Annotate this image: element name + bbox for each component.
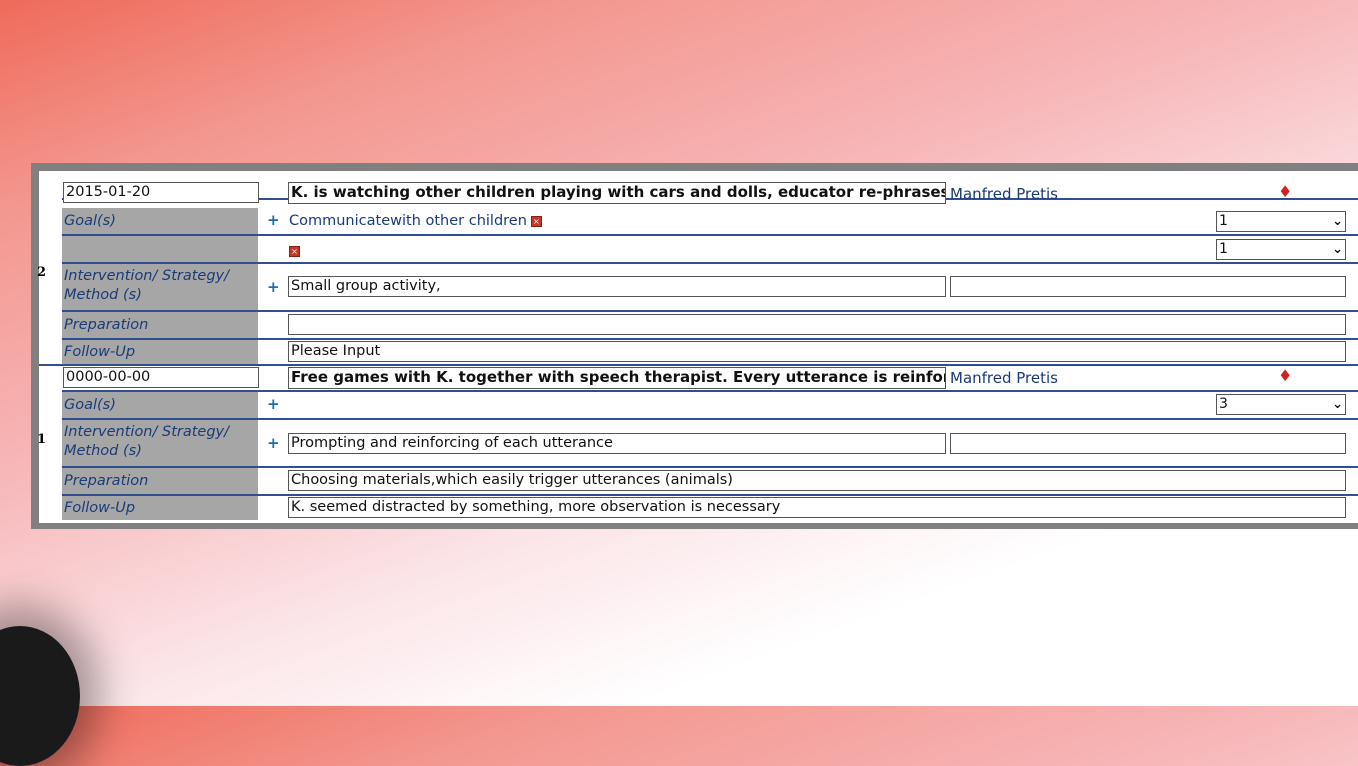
followup-row: Follow-Up K. seemed distracted by someth… bbox=[62, 496, 1358, 520]
method-field[interactable]: Small group activity, bbox=[288, 276, 946, 297]
select-value: 3 bbox=[1219, 396, 1228, 412]
add-method-button[interactable]: + bbox=[267, 278, 280, 296]
followup-label: Follow-Up bbox=[62, 496, 258, 520]
preparation-field[interactable]: Choosing materials,which easily trigger … bbox=[288, 470, 1346, 491]
entry-1: 1 0000-00-00 Free games with K. together… bbox=[37, 366, 1358, 523]
method-label: Intervention/ Strategy/ Method (s) bbox=[62, 420, 258, 466]
goal-priority-select[interactable]: 3 ⌄ bbox=[1216, 394, 1346, 415]
delete-diamond-icon[interactable]: ♦ bbox=[1278, 182, 1292, 201]
method-field-secondary[interactable] bbox=[950, 276, 1346, 297]
method-field[interactable]: Prompting and reinforcing of each uttera… bbox=[288, 433, 946, 454]
preparation-label: Preparation bbox=[62, 468, 258, 494]
select-value: 1 bbox=[1219, 241, 1228, 257]
select-value: 1 bbox=[1219, 213, 1228, 229]
entry-header-row: 0000-00-00 Free games with K. together w… bbox=[62, 366, 1358, 392]
preparation-label: Preparation bbox=[62, 312, 258, 338]
entry-number: 1 bbox=[37, 432, 47, 447]
description-field[interactable]: Free games with K. together with speech … bbox=[288, 367, 946, 389]
chevron-down-icon: ⌄ bbox=[1332, 397, 1343, 412]
followup-label: Follow-Up bbox=[62, 340, 258, 364]
preparation-row: Preparation Choosing materials,which eas… bbox=[62, 468, 1358, 496]
remove-goal-icon[interactable]: × bbox=[530, 215, 542, 227]
add-method-button[interactable]: + bbox=[267, 434, 280, 452]
entry-2: 2 2015-01-20 K. is watching other childr… bbox=[37, 171, 1358, 364]
goals-row: Goal(s) + Communicatewith other children… bbox=[62, 208, 1358, 236]
followup-row: Follow-Up Please Input bbox=[62, 340, 1358, 364]
background-shadow bbox=[0, 626, 80, 766]
method-row: Intervention/ Strategy/ Method (s) + Sma… bbox=[62, 264, 1358, 312]
delete-diamond-icon[interactable]: ♦ bbox=[1278, 366, 1292, 385]
date-field[interactable]: 2015-01-20 bbox=[63, 182, 259, 203]
goal-link[interactable]: Communicatewith other children × bbox=[289, 213, 542, 229]
goals-label: Goal(s) bbox=[62, 208, 258, 234]
method-field-secondary[interactable] bbox=[950, 433, 1346, 454]
entry-number: 2 bbox=[37, 265, 47, 280]
date-field[interactable]: 0000-00-00 bbox=[63, 367, 259, 388]
plan-entries-panel: 2 2015-01-20 K. is watching other childr… bbox=[31, 163, 1358, 529]
author-name: Manfred Pretis bbox=[950, 369, 1058, 387]
goal-priority-select[interactable]: 1 ⌄ bbox=[1216, 211, 1346, 232]
add-goal-button[interactable]: + bbox=[267, 211, 280, 229]
goals-label-empty bbox=[62, 236, 258, 262]
chevron-down-icon: ⌄ bbox=[1332, 242, 1343, 257]
goals-row: Goal(s) + 3 ⌄ bbox=[62, 392, 1358, 420]
goals-row-empty: × 1 ⌄ bbox=[62, 236, 1358, 264]
chevron-down-icon: ⌄ bbox=[1332, 214, 1343, 229]
entry-header-row: 2015-01-20 K. is watching other children… bbox=[62, 171, 1358, 204]
remove-goal-icon[interactable]: × bbox=[289, 246, 300, 257]
method-label: Intervention/ Strategy/ Method (s) bbox=[62, 264, 258, 310]
method-row: Intervention/ Strategy/ Method (s) + Pro… bbox=[62, 420, 1358, 468]
preparation-field[interactable] bbox=[288, 314, 1346, 335]
goal-priority-select[interactable]: 1 ⌄ bbox=[1216, 239, 1346, 260]
goal-text[interactable]: Communicatewith other children bbox=[289, 213, 527, 229]
add-goal-button[interactable]: + bbox=[267, 395, 280, 413]
followup-field[interactable]: Please Input bbox=[288, 341, 1346, 362]
followup-field[interactable]: K. seemed distracted by something, more … bbox=[288, 497, 1346, 518]
plan-entries-table: 2 2015-01-20 K. is watching other childr… bbox=[37, 171, 1358, 523]
description-field[interactable]: K. is watching other children playing wi… bbox=[288, 182, 946, 204]
author-name: Manfred Pretis bbox=[950, 185, 1058, 203]
goals-label: Goal(s) bbox=[62, 392, 258, 418]
preparation-row: Preparation bbox=[62, 312, 1358, 340]
